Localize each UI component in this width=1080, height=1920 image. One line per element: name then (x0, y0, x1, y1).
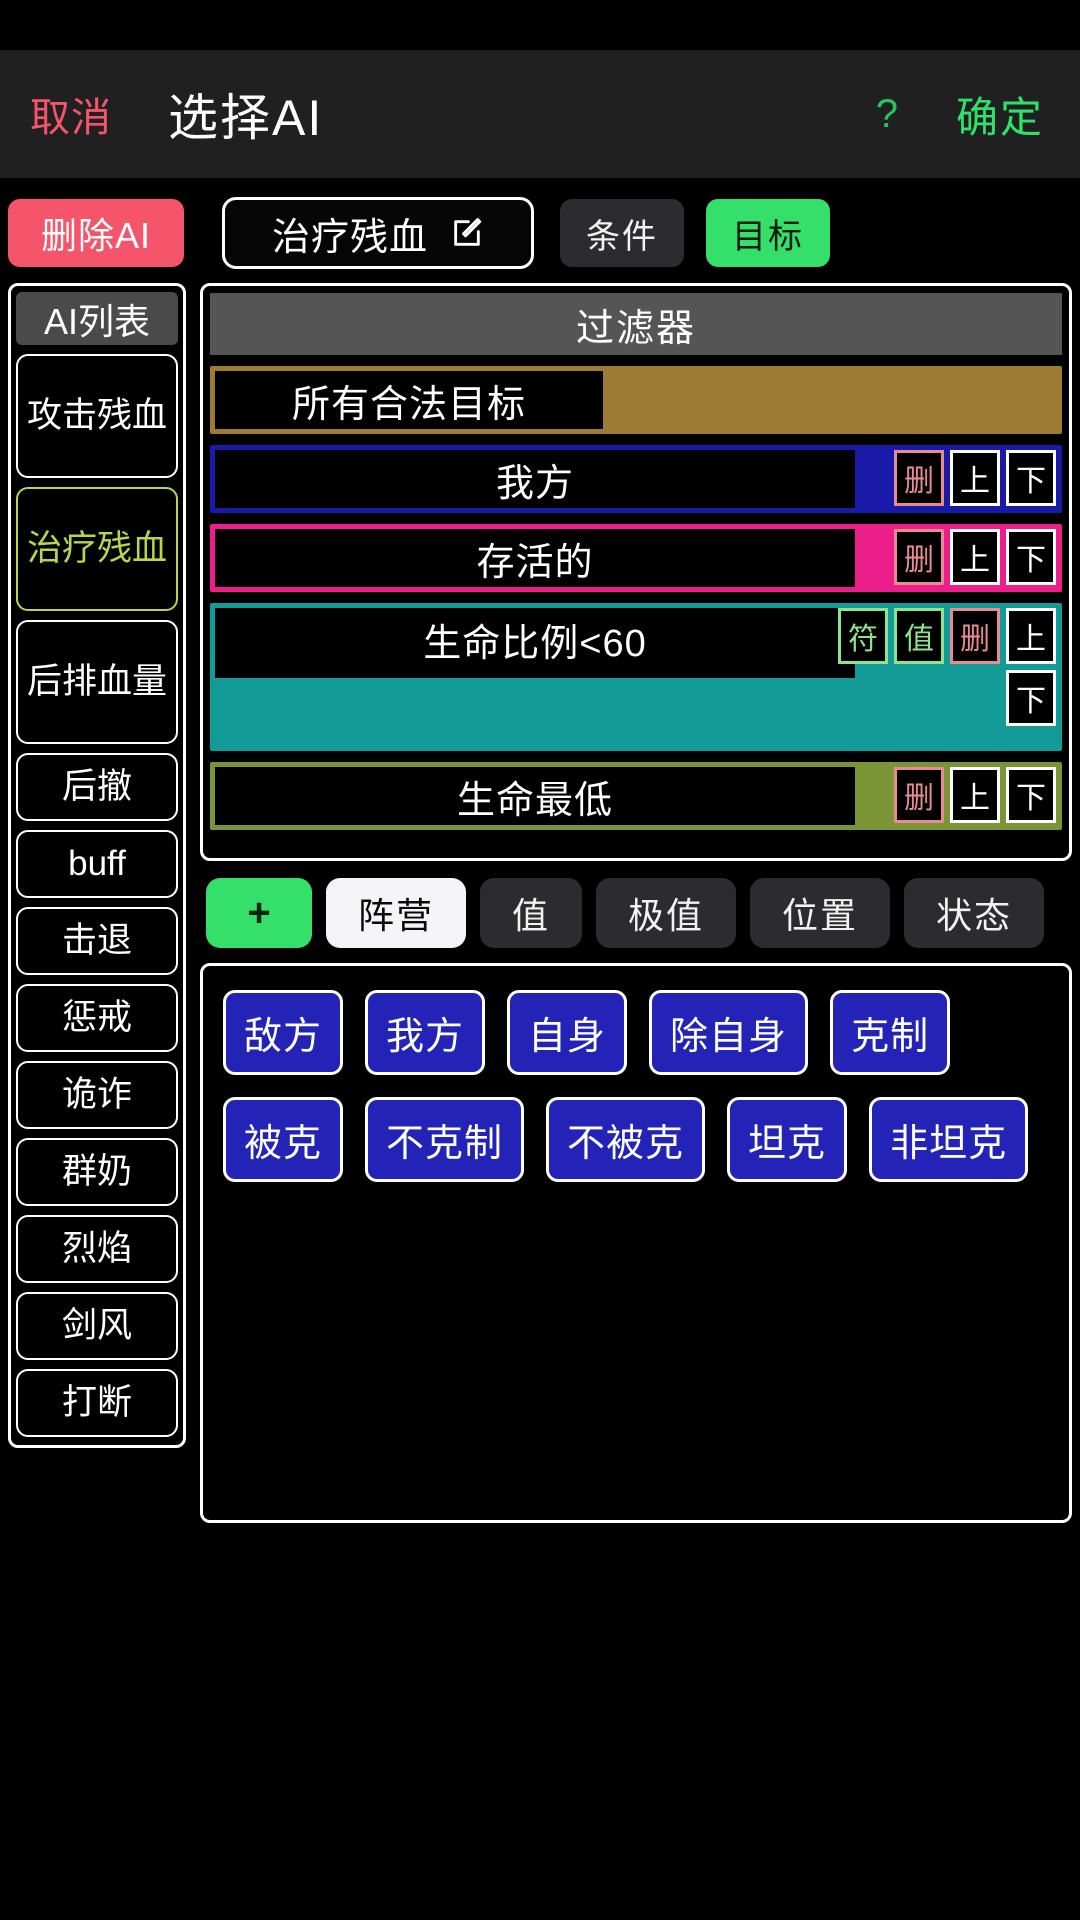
status-bar (0, 0, 1080, 50)
sidebar-item-interrupt[interactable]: 打断 (16, 1369, 178, 1437)
chips-list: 敌方 我方 自身 除自身 克制 被克 不克制 不被克 坦克 非坦克 (223, 990, 1049, 1182)
tab-extreme-value[interactable]: 极值 (596, 878, 737, 948)
filter-row-lowest-hp[interactable]: 生命最低 删 上 下 (210, 762, 1062, 830)
header-right-group: ? 确定 (876, 84, 1080, 145)
sidebar-item-attack-low-hp[interactable]: 攻击残血 (16, 354, 178, 478)
tab-condition[interactable]: 条件 (560, 199, 684, 267)
sidebar-item-heal-low-hp[interactable]: 治疗残血 (16, 487, 178, 611)
filter-row-alive[interactable]: 存活的 删 上 下 (210, 524, 1062, 592)
body: AI列表 攻击残血 治疗残血 后排血量 后撤 buff 击退 惩戒 诡诈 群奶 … (0, 283, 1080, 1523)
chip-tank[interactable]: 坦克 (727, 1097, 848, 1182)
add-filter-button[interactable]: + (206, 878, 312, 948)
ai-list-sidebar: AI列表 攻击残血 治疗残血 后排血量 后撤 buff 击退 惩戒 诡诈 群奶 … (8, 283, 186, 1448)
sidebar-item-buff[interactable]: buff (16, 830, 178, 898)
chip-not-counter[interactable]: 不克制 (365, 1097, 525, 1182)
sidebar-item-backline-hp[interactable]: 后排血量 (16, 620, 178, 744)
chip-countered[interactable]: 被克 (223, 1097, 344, 1182)
tab-faction[interactable]: 阵营 (326, 878, 467, 948)
chip-non-tank[interactable]: 非坦克 (869, 1097, 1029, 1182)
main-column: 过滤器 所有合法目标 我方 删 上 下 存活的 删 上 下 生命比例<60 符 … (200, 283, 1072, 1523)
move-down-button[interactable]: 下 (1006, 767, 1056, 823)
chip-not-countered[interactable]: 不被克 (546, 1097, 706, 1182)
move-up-button[interactable]: 上 (1006, 608, 1056, 664)
operator-button[interactable]: 符 (838, 608, 888, 664)
chips-panel: 敌方 我方 自身 除自身 克制 被克 不克制 不被克 坦克 非坦克 (200, 963, 1072, 1523)
move-up-button[interactable]: 上 (950, 767, 1000, 823)
sidebar-item-knockback[interactable]: 击退 (16, 907, 178, 975)
chip-self[interactable]: 自身 (507, 990, 628, 1075)
filter-row-actions: 删 上 下 (836, 529, 1056, 585)
filter-row-all-valid-targets[interactable]: 所有合法目标 (210, 366, 1062, 434)
chip-ally[interactable]: 我方 (365, 990, 486, 1075)
sidebar-item-sword-wind[interactable]: 剑风 (16, 1292, 178, 1360)
help-button[interactable]: ? (876, 92, 898, 137)
move-down-button[interactable]: 下 (1006, 670, 1056, 726)
page-title: 选择AI (168, 90, 324, 146)
move-up-button[interactable]: 上 (950, 529, 1000, 585)
delete-ai-button[interactable]: 删除AI (8, 199, 184, 267)
cancel-button[interactable]: 取消 (30, 85, 112, 143)
ai-list-header: AI列表 (16, 292, 178, 345)
filter-row-actions: 删 上 下 (836, 767, 1056, 823)
tab-target[interactable]: 目标 (706, 199, 830, 267)
toolbar: 删除AI 治疗残血 条件 目标 (0, 193, 1080, 273)
ai-name-value: 治疗残血 (271, 216, 428, 259)
app-header: 取消 选择AI ? 确定 (0, 50, 1080, 178)
filter-row-label: 存活的 (215, 529, 855, 587)
category-tab-strip: + 阵营 值 极值 位置 状态 (200, 875, 1072, 951)
value-button[interactable]: 值 (894, 608, 944, 664)
chip-except-self[interactable]: 除自身 (649, 990, 809, 1075)
ai-name-field[interactable]: 治疗残血 (222, 197, 534, 269)
delete-filter-button[interactable]: 删 (894, 450, 944, 506)
sidebar-item-flame[interactable]: 烈焰 (16, 1215, 178, 1283)
filter-row-hp-ratio[interactable]: 生命比例<60 符 值 删 上 下 (210, 603, 1062, 751)
tab-status[interactable]: 状态 (904, 878, 1045, 948)
filter-row-actions: 删 上 下 (836, 450, 1056, 506)
delete-filter-button[interactable]: 删 (894, 529, 944, 585)
confirm-button[interactable]: 确定 (956, 84, 1044, 145)
sidebar-item-punish[interactable]: 惩戒 (16, 984, 178, 1052)
move-down-button[interactable]: 下 (1006, 450, 1056, 506)
delete-filter-button[interactable]: 删 (950, 608, 1000, 664)
filter-row-label: 生命比例<60 (215, 608, 855, 678)
chip-counter[interactable]: 克制 (830, 990, 951, 1075)
move-down-button[interactable]: 下 (1006, 529, 1056, 585)
filter-panel: 过滤器 所有合法目标 我方 删 上 下 存活的 删 上 下 生命比例<60 符 … (200, 283, 1072, 861)
filter-row-ally[interactable]: 我方 删 上 下 (210, 445, 1062, 513)
tab-position[interactable]: 位置 (750, 878, 891, 948)
filter-panel-header: 过滤器 (210, 293, 1062, 355)
filter-row-label: 我方 (215, 450, 855, 508)
filter-row-actions: 符 值 删 上 下 (824, 608, 1056, 726)
delete-filter-button[interactable]: 删 (894, 767, 944, 823)
sidebar-item-trickery[interactable]: 诡诈 (16, 1061, 178, 1129)
filter-row-label: 所有合法目标 (215, 371, 603, 429)
sidebar-item-group-heal[interactable]: 群奶 (16, 1138, 178, 1206)
sidebar-item-retreat[interactable]: 后撤 (16, 753, 178, 821)
chip-enemy[interactable]: 敌方 (223, 990, 344, 1075)
tab-value[interactable]: 值 (480, 878, 583, 948)
edit-pencil-icon[interactable] (450, 216, 484, 250)
move-up-button[interactable]: 上 (950, 450, 1000, 506)
filter-row-label: 生命最低 (215, 767, 855, 825)
